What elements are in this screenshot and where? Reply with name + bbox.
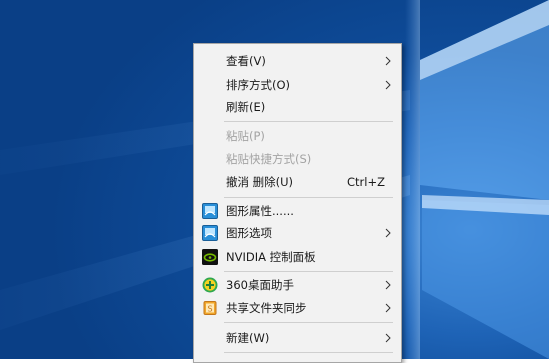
intel-graphics-icon [202,225,218,241]
chevron-right-icon [385,228,391,238]
chevron-right-icon [385,333,391,343]
menu-item-paste-shortcut-label: 粘贴快捷方式(S) [226,152,312,166]
menu-item-undo-shortcut: Ctrl+Z [347,175,385,189]
menu-item-refresh-label: 刷新(E) [226,100,266,114]
menu-separator [224,271,393,272]
menu-item-graphics-properties-label: 图形属性...... [226,204,294,218]
360-plus-icon [202,277,218,293]
svg-text:S: S [207,305,212,314]
menu-item-paste-label: 粘贴(P) [226,129,265,143]
menu-item-graphics-options[interactable]: 图形选项 [195,221,400,245]
menu-separator [224,197,393,198]
menu-item-undo-delete[interactable]: 撤消 删除(U) Ctrl+Z [195,170,400,194]
menu-item-shared-folder-sync[interactable]: S 共享文件夹同步 [195,296,400,320]
menu-item-nvidia-control-panel-label: NVIDIA 控制面板 [226,250,316,264]
chevron-right-icon [385,280,391,290]
menu-item-view-label: 查看(V) [226,54,266,68]
menu-item-paste[interactable]: 粘贴(P) [195,124,400,148]
menu-item-paste-shortcut[interactable]: 粘贴快捷方式(S) [195,147,400,171]
menu-separator [224,322,393,323]
menu-item-view[interactable]: 查看(V) [195,49,400,73]
menu-item-nvidia-control-panel[interactable]: NVIDIA 控制面板 [195,245,400,269]
menu-item-360-desktop-assistant-label: 360桌面助手 [226,278,294,292]
desktop-context-menu: 查看(V) 排序方式(O) 刷新(E) 粘贴(P) 粘贴快捷方式(S) 撤消 删… [193,43,402,363]
menu-item-shared-folder-sync-label: 共享文件夹同步 [226,301,307,315]
menu-item-sort-by[interactable]: 排序方式(O) [195,73,400,97]
menu-item-sort-by-label: 排序方式(O) [226,78,291,92]
menu-item-new-label: 新建(W) [226,331,270,345]
chevron-right-icon [385,80,391,90]
menu-item-360-desktop-assistant[interactable]: 360桌面助手 [195,273,400,297]
menu-separator [224,121,393,122]
menu-item-new[interactable]: 新建(W) [195,326,400,350]
nvidia-icon [202,249,218,265]
menu-item-refresh[interactable]: 刷新(E) [195,95,400,119]
chevron-right-icon [385,303,391,313]
menu-item-graphics-properties[interactable]: 图形属性...... [195,199,400,223]
menu-item-graphics-options-label: 图形选项 [226,226,272,240]
intel-graphics-icon [202,203,218,219]
menu-item-undo-delete-label: 撤消 删除(U) [226,175,294,189]
menu-separator [224,352,393,353]
sync-folder-icon: S [203,301,217,315]
chevron-right-icon [385,56,391,66]
